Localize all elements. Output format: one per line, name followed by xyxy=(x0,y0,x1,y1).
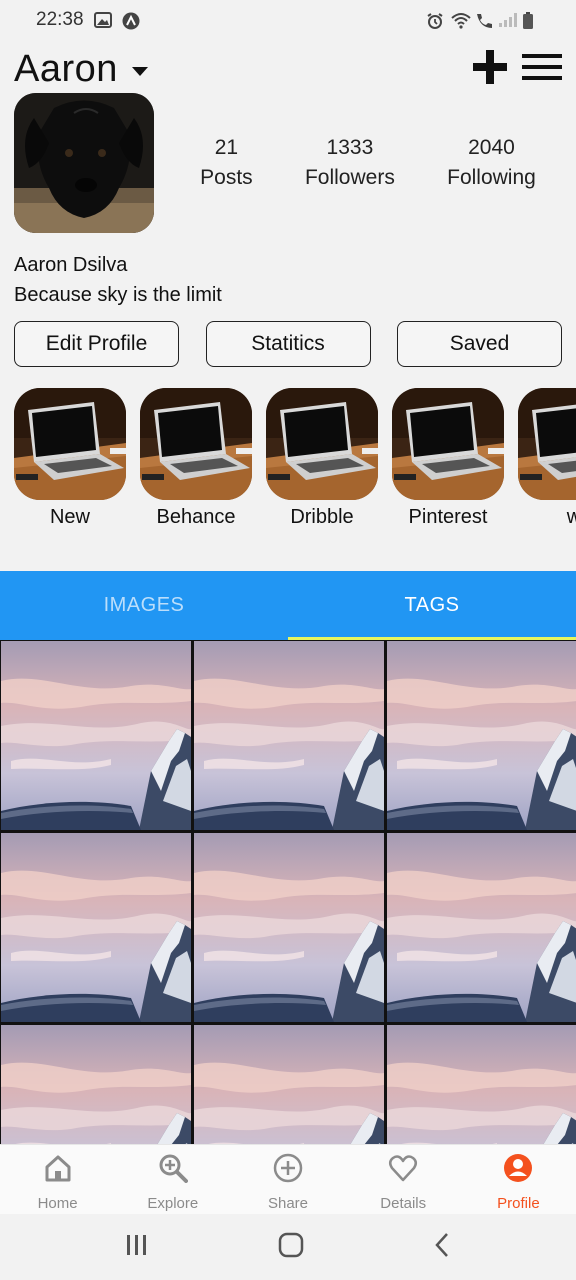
highlight-label: w xyxy=(566,506,576,528)
app-icon xyxy=(122,12,140,30)
bio-section: Aaron Dsilva Because sky is the limit xyxy=(14,250,222,310)
profile-icon xyxy=(503,1153,533,1183)
stat-posts[interactable]: 21 Posts xyxy=(200,133,253,193)
grid-image[interactable] xyxy=(194,641,384,830)
highlight-thumbnail xyxy=(266,388,378,500)
stat-following-value: 2040 xyxy=(468,136,515,159)
highlight-dribble[interactable]: Dribble xyxy=(266,388,378,538)
nav-share[interactable]: Share xyxy=(230,1145,345,1214)
heart-icon xyxy=(388,1153,418,1183)
stats-group: 21 Posts 1333 Followers 2040 Following xyxy=(174,133,562,193)
account-switcher-caret-icon[interactable] xyxy=(131,66,148,76)
bio-text: Because sky is the limit xyxy=(14,284,222,306)
search-plus-icon xyxy=(158,1153,188,1183)
username-title[interactable]: Aaron xyxy=(14,48,118,91)
profile-summary: 21 Posts 1333 Followers 2040 Following xyxy=(14,93,562,233)
statistics-button[interactable]: Statitics xyxy=(205,321,371,367)
story-highlights: New Behance Dribble Pinterest w xyxy=(14,388,576,538)
nav-home[interactable]: Home xyxy=(0,1145,115,1214)
menu-icon[interactable] xyxy=(522,52,562,87)
stat-followers-label: Followers xyxy=(304,166,395,189)
stat-posts-value: 21 xyxy=(214,136,239,159)
grid-image[interactable] xyxy=(1,641,191,830)
signal-icon xyxy=(498,12,517,28)
home-button-icon[interactable] xyxy=(278,1232,304,1263)
status-bar: 22:38 xyxy=(0,0,576,40)
stat-followers-value: 1333 xyxy=(326,136,374,159)
edit-profile-button[interactable]: Edit Profile xyxy=(14,321,179,367)
highlight-thumbnail xyxy=(140,388,252,500)
home-icon xyxy=(43,1153,73,1183)
grid-image[interactable] xyxy=(387,1025,576,1144)
grid-image[interactable] xyxy=(1,833,191,1022)
nav-details-label: Details xyxy=(380,1195,427,1212)
nav-profile[interactable]: Profile xyxy=(461,1145,576,1214)
clock: 22:38 xyxy=(36,9,84,30)
nav-explore-label: Explore xyxy=(147,1195,199,1212)
display-name: Aaron Dsilva xyxy=(14,254,128,276)
plus-icon[interactable] xyxy=(472,49,508,90)
grid-image[interactable] xyxy=(194,1025,384,1144)
highlight-behance[interactable]: Behance xyxy=(140,388,252,538)
back-icon[interactable] xyxy=(432,1232,452,1263)
highlight-partial[interactable]: w xyxy=(518,388,576,538)
recent-apps-icon[interactable] xyxy=(124,1233,150,1262)
highlight-label: Dribble xyxy=(290,506,354,528)
nav-home-label: Home xyxy=(37,1195,78,1212)
add-circle-icon xyxy=(273,1153,303,1183)
profile-actions: Edit Profile Statitics Saved xyxy=(14,321,562,367)
highlight-thumbnail xyxy=(14,388,126,500)
image-icon xyxy=(93,12,112,28)
stat-followers[interactable]: 1333 Followers xyxy=(305,133,395,193)
alarm-icon xyxy=(426,12,444,29)
highlight-pinterest[interactable]: Pinterest xyxy=(392,388,504,538)
nav-details[interactable]: Details xyxy=(346,1145,461,1214)
battery-icon xyxy=(522,12,540,29)
bottom-navigation: Home Explore Share Details Profile xyxy=(0,1144,576,1214)
system-navigation-bar xyxy=(0,1214,576,1280)
highlight-label: New xyxy=(49,506,90,528)
highlight-label: Behance xyxy=(156,506,236,528)
stat-posts-label: Posts xyxy=(200,166,253,189)
highlight-thumbnail xyxy=(392,388,504,500)
highlight-label: Pinterest xyxy=(408,506,488,528)
nav-profile-label: Profile xyxy=(497,1195,540,1212)
tab-images[interactable]: IMAGES xyxy=(0,571,288,640)
content-tabs: IMAGES TAGS xyxy=(0,571,576,640)
tab-tags[interactable]: TAGS xyxy=(288,571,576,640)
nav-explore[interactable]: Explore xyxy=(115,1145,230,1214)
nav-share-label: Share xyxy=(267,1195,309,1212)
highlight-thumbnail xyxy=(518,388,576,500)
call-icon xyxy=(474,12,492,28)
wifi-icon xyxy=(450,12,471,29)
grid-image[interactable] xyxy=(387,641,576,830)
grid-image[interactable] xyxy=(194,833,384,1022)
grid-image[interactable] xyxy=(1,1025,191,1144)
highlight-new[interactable]: New xyxy=(14,388,126,538)
image-grid xyxy=(0,640,576,1144)
grid-image[interactable] xyxy=(387,833,576,1022)
stat-following-label: Following xyxy=(447,166,536,189)
avatar[interactable] xyxy=(14,93,154,233)
saved-button[interactable]: Saved xyxy=(397,321,562,367)
stat-following[interactable]: 2040 Following xyxy=(447,133,536,193)
profile-header: Aaron xyxy=(14,44,562,94)
